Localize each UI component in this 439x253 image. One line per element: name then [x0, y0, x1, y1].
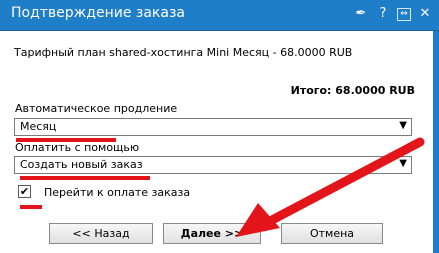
goto-payment-checkbox[interactable]: ✔	[18, 185, 31, 198]
order-total: Итого: 68.0000 RUB	[290, 84, 415, 97]
payment-method-select[interactable]: Создать новый заказ ▼	[14, 156, 412, 174]
auto-renew-label: Автоматическое продление	[15, 102, 178, 115]
payment-method-value: Создать новый заказ	[20, 158, 143, 171]
goto-payment-label: Перейти к оплате заказа	[44, 186, 191, 199]
auto-renew-select[interactable]: Месяц ▼	[14, 118, 412, 136]
dialog-title: Подтверждение заказа	[11, 5, 185, 21]
titlebar-controls: ✒ ? ⇔ ✕	[353, 6, 433, 22]
plan-description: Тарифный план shared-хостинга Mini Месяц…	[14, 46, 353, 59]
chevron-down-icon: ▼	[399, 120, 407, 131]
back-button[interactable]: << Назад	[49, 223, 153, 244]
dialog-titlebar: Подтверждение заказа ✒ ? ⇔ ✕	[0, 0, 439, 31]
auto-renew-value: Месяц	[20, 120, 57, 133]
chevron-down-icon: ▼	[399, 158, 407, 169]
close-icon[interactable]: ✕	[417, 6, 433, 22]
next-button[interactable]: Далее >>	[163, 223, 261, 244]
cancel-button[interactable]: Отмена	[281, 223, 383, 244]
help-icon[interactable]: ?	[375, 6, 391, 22]
red-arrow-shaft	[267, 137, 425, 225]
window-border	[433, 31, 439, 253]
payment-method-label: Оплатить с помощью	[15, 141, 140, 154]
pin-icon[interactable]: ✒	[353, 6, 369, 22]
order-confirmation-dialog: Подтверждение заказа ✒ ? ⇔ ✕ Тарифный пл…	[0, 0, 439, 253]
restore-icon[interactable]: ⇔	[397, 7, 411, 21]
